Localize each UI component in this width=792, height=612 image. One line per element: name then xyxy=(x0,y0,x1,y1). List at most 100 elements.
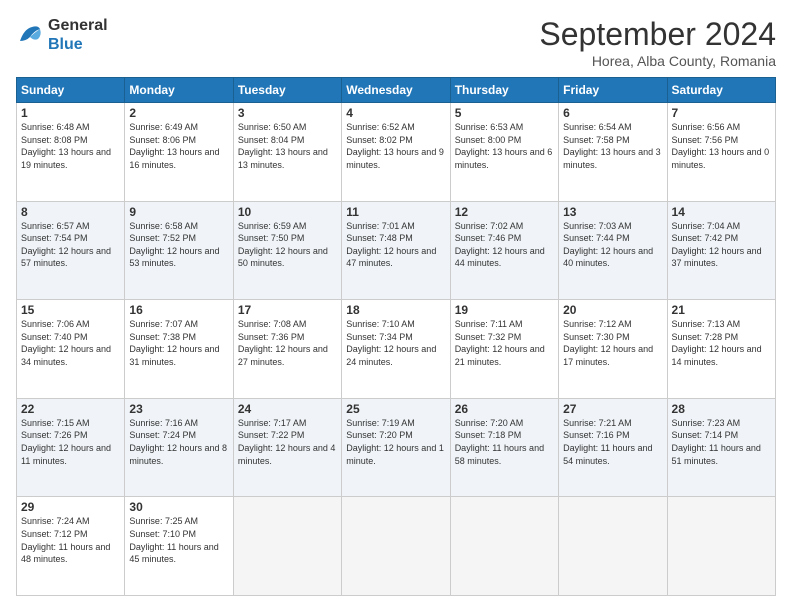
calendar-day-header: Sunday xyxy=(17,78,125,103)
calendar-day-header: Saturday xyxy=(667,78,775,103)
calendar-cell: 22Sunrise: 7:15 AMSunset: 7:26 PMDayligh… xyxy=(17,398,125,497)
day-number: 20 xyxy=(563,303,662,317)
day-number: 5 xyxy=(455,106,554,120)
subtitle: Horea, Alba County, Romania xyxy=(539,53,776,69)
calendar-cell: 29Sunrise: 7:24 AMSunset: 7:12 PMDayligh… xyxy=(17,497,125,596)
day-info: Sunrise: 7:03 AMSunset: 7:44 PMDaylight:… xyxy=(563,220,662,270)
calendar-cell: 23Sunrise: 7:16 AMSunset: 7:24 PMDayligh… xyxy=(125,398,233,497)
logo-icon xyxy=(16,21,44,49)
day-info: Sunrise: 7:07 AMSunset: 7:38 PMDaylight:… xyxy=(129,318,228,368)
day-info: Sunrise: 7:16 AMSunset: 7:24 PMDaylight:… xyxy=(129,417,228,467)
calendar-row: 1Sunrise: 6:48 AMSunset: 8:08 PMDaylight… xyxy=(17,103,776,202)
calendar-cell: 20Sunrise: 7:12 AMSunset: 7:30 PMDayligh… xyxy=(559,300,667,399)
day-info: Sunrise: 6:50 AMSunset: 8:04 PMDaylight:… xyxy=(238,121,337,171)
day-info: Sunrise: 7:20 AMSunset: 7:18 PMDaylight:… xyxy=(455,417,554,467)
calendar-cell: 21Sunrise: 7:13 AMSunset: 7:28 PMDayligh… xyxy=(667,300,775,399)
calendar-cell: 24Sunrise: 7:17 AMSunset: 7:22 PMDayligh… xyxy=(233,398,341,497)
day-info: Sunrise: 7:21 AMSunset: 7:16 PMDaylight:… xyxy=(563,417,662,467)
day-number: 23 xyxy=(129,402,228,416)
calendar-cell: 10Sunrise: 6:59 AMSunset: 7:50 PMDayligh… xyxy=(233,201,341,300)
day-info: Sunrise: 7:02 AMSunset: 7:46 PMDaylight:… xyxy=(455,220,554,270)
calendar-cell: 15Sunrise: 7:06 AMSunset: 7:40 PMDayligh… xyxy=(17,300,125,399)
day-number: 16 xyxy=(129,303,228,317)
day-number: 29 xyxy=(21,500,120,514)
logo-text: General Blue xyxy=(48,16,108,54)
day-info: Sunrise: 7:12 AMSunset: 7:30 PMDaylight:… xyxy=(563,318,662,368)
day-number: 2 xyxy=(129,106,228,120)
day-number: 24 xyxy=(238,402,337,416)
calendar-cell: 18Sunrise: 7:10 AMSunset: 7:34 PMDayligh… xyxy=(342,300,450,399)
calendar-cell: 28Sunrise: 7:23 AMSunset: 7:14 PMDayligh… xyxy=(667,398,775,497)
day-number: 18 xyxy=(346,303,445,317)
day-number: 9 xyxy=(129,205,228,219)
day-number: 1 xyxy=(21,106,120,120)
day-info: Sunrise: 6:59 AMSunset: 7:50 PMDaylight:… xyxy=(238,220,337,270)
calendar-cell: 30Sunrise: 7:25 AMSunset: 7:10 PMDayligh… xyxy=(125,497,233,596)
calendar-day-header: Friday xyxy=(559,78,667,103)
day-info: Sunrise: 6:56 AMSunset: 7:56 PMDaylight:… xyxy=(672,121,771,171)
calendar-row: 29Sunrise: 7:24 AMSunset: 7:12 PMDayligh… xyxy=(17,497,776,596)
page: General Blue September 2024 Horea, Alba … xyxy=(0,0,792,612)
calendar-cell: 2Sunrise: 6:49 AMSunset: 8:06 PMDaylight… xyxy=(125,103,233,202)
day-number: 4 xyxy=(346,106,445,120)
calendar-cell xyxy=(450,497,558,596)
calendar-cell: 14Sunrise: 7:04 AMSunset: 7:42 PMDayligh… xyxy=(667,201,775,300)
day-number: 19 xyxy=(455,303,554,317)
day-info: Sunrise: 7:23 AMSunset: 7:14 PMDaylight:… xyxy=(672,417,771,467)
calendar-cell xyxy=(667,497,775,596)
calendar-cell: 8Sunrise: 6:57 AMSunset: 7:54 PMDaylight… xyxy=(17,201,125,300)
calendar-cell: 17Sunrise: 7:08 AMSunset: 7:36 PMDayligh… xyxy=(233,300,341,399)
title-block: September 2024 Horea, Alba County, Roman… xyxy=(539,16,776,69)
day-number: 26 xyxy=(455,402,554,416)
day-number: 28 xyxy=(672,402,771,416)
calendar-row: 8Sunrise: 6:57 AMSunset: 7:54 PMDaylight… xyxy=(17,201,776,300)
calendar-cell: 19Sunrise: 7:11 AMSunset: 7:32 PMDayligh… xyxy=(450,300,558,399)
calendar-cell xyxy=(233,497,341,596)
day-info: Sunrise: 7:15 AMSunset: 7:26 PMDaylight:… xyxy=(21,417,120,467)
day-number: 10 xyxy=(238,205,337,219)
calendar-row: 15Sunrise: 7:06 AMSunset: 7:40 PMDayligh… xyxy=(17,300,776,399)
calendar-day-header: Wednesday xyxy=(342,78,450,103)
day-info: Sunrise: 6:53 AMSunset: 8:00 PMDaylight:… xyxy=(455,121,554,171)
day-number: 17 xyxy=(238,303,337,317)
calendar-cell: 5Sunrise: 6:53 AMSunset: 8:00 PMDaylight… xyxy=(450,103,558,202)
day-info: Sunrise: 7:11 AMSunset: 7:32 PMDaylight:… xyxy=(455,318,554,368)
day-number: 6 xyxy=(563,106,662,120)
day-number: 12 xyxy=(455,205,554,219)
header: General Blue September 2024 Horea, Alba … xyxy=(16,16,776,69)
day-number: 3 xyxy=(238,106,337,120)
day-number: 21 xyxy=(672,303,771,317)
day-info: Sunrise: 7:17 AMSunset: 7:22 PMDaylight:… xyxy=(238,417,337,467)
day-info: Sunrise: 6:48 AMSunset: 8:08 PMDaylight:… xyxy=(21,121,120,171)
calendar-cell: 3Sunrise: 6:50 AMSunset: 8:04 PMDaylight… xyxy=(233,103,341,202)
day-number: 11 xyxy=(346,205,445,219)
calendar-cell: 12Sunrise: 7:02 AMSunset: 7:46 PMDayligh… xyxy=(450,201,558,300)
day-info: Sunrise: 6:49 AMSunset: 8:06 PMDaylight:… xyxy=(129,121,228,171)
day-number: 13 xyxy=(563,205,662,219)
day-info: Sunrise: 6:57 AMSunset: 7:54 PMDaylight:… xyxy=(21,220,120,270)
day-info: Sunrise: 7:24 AMSunset: 7:12 PMDaylight:… xyxy=(21,515,120,565)
day-number: 7 xyxy=(672,106,771,120)
calendar-cell: 4Sunrise: 6:52 AMSunset: 8:02 PMDaylight… xyxy=(342,103,450,202)
day-info: Sunrise: 6:54 AMSunset: 7:58 PMDaylight:… xyxy=(563,121,662,171)
calendar-cell: 1Sunrise: 6:48 AMSunset: 8:08 PMDaylight… xyxy=(17,103,125,202)
day-info: Sunrise: 7:06 AMSunset: 7:40 PMDaylight:… xyxy=(21,318,120,368)
calendar-table: SundayMondayTuesdayWednesdayThursdayFrid… xyxy=(16,77,776,596)
calendar-cell: 27Sunrise: 7:21 AMSunset: 7:16 PMDayligh… xyxy=(559,398,667,497)
calendar-day-header: Thursday xyxy=(450,78,558,103)
day-info: Sunrise: 7:04 AMSunset: 7:42 PMDaylight:… xyxy=(672,220,771,270)
day-info: Sunrise: 7:08 AMSunset: 7:36 PMDaylight:… xyxy=(238,318,337,368)
day-info: Sunrise: 7:01 AMSunset: 7:48 PMDaylight:… xyxy=(346,220,445,270)
calendar-cell: 13Sunrise: 7:03 AMSunset: 7:44 PMDayligh… xyxy=(559,201,667,300)
day-info: Sunrise: 6:58 AMSunset: 7:52 PMDaylight:… xyxy=(129,220,228,270)
day-info: Sunrise: 6:52 AMSunset: 8:02 PMDaylight:… xyxy=(346,121,445,171)
calendar-cell: 7Sunrise: 6:56 AMSunset: 7:56 PMDaylight… xyxy=(667,103,775,202)
day-number: 15 xyxy=(21,303,120,317)
day-number: 8 xyxy=(21,205,120,219)
logo: General Blue xyxy=(16,16,108,54)
calendar-header-row: SundayMondayTuesdayWednesdayThursdayFrid… xyxy=(17,78,776,103)
calendar-day-header: Monday xyxy=(125,78,233,103)
calendar-cell: 25Sunrise: 7:19 AMSunset: 7:20 PMDayligh… xyxy=(342,398,450,497)
calendar-day-header: Tuesday xyxy=(233,78,341,103)
day-info: Sunrise: 7:19 AMSunset: 7:20 PMDaylight:… xyxy=(346,417,445,467)
